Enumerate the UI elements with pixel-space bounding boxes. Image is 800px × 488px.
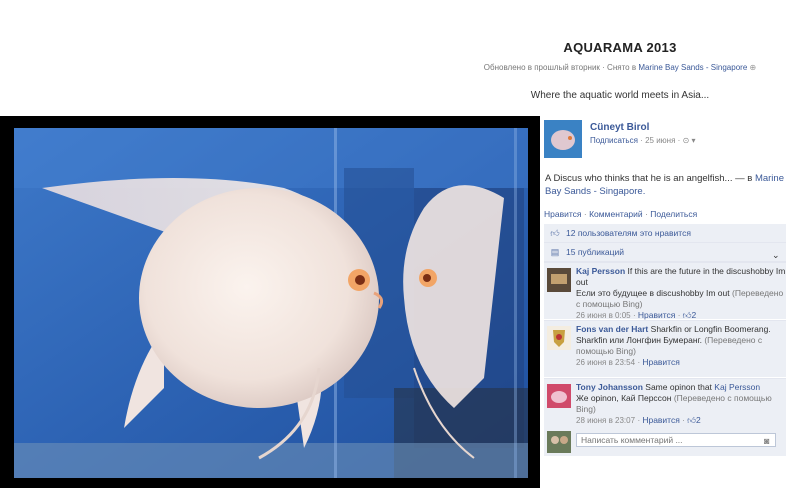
post-date[interactable]: 25 июня <box>645 136 675 145</box>
likes-count-text[interactable]: 12 пользователям это нравится <box>566 228 691 238</box>
photo[interactable] <box>14 128 528 478</box>
owner-avatar[interactable] <box>544 120 582 158</box>
share-icon: ▤ <box>550 246 560 257</box>
album-title: AQUARAMA 2013 <box>563 40 677 55</box>
comment-avatar[interactable] <box>547 268 571 292</box>
likes-row[interactable]: 👍︎ 12 пользователям это нравится <box>544 224 786 243</box>
comment-avatar[interactable] <box>547 326 571 350</box>
comment-translation: Sharkfin или Лонгфин Бумеранг. <box>576 335 702 345</box>
camera-icon[interactable]: ◙ <box>764 436 769 446</box>
comment-link[interactable]: Комментарий <box>589 209 643 219</box>
clock-icon: ⊙ <box>682 136 690 145</box>
comment-composer: ◙ <box>544 428 786 456</box>
comment-mention[interactable]: Kaj Persson <box>714 382 760 392</box>
comment-avatar[interactable] <box>547 384 571 408</box>
photo-image <box>14 128 528 478</box>
album-updated: Обновлено в прошлый вторник <box>483 63 600 72</box>
photo-sidebar: Cüneyt Birol Подписаться · 25 июня · ⊙ ▾… <box>540 116 800 488</box>
comment-item: Fons van der Hart Sharkfin or Longfin Bo… <box>544 320 786 377</box>
comment-like-count[interactable]: 2 <box>692 310 697 320</box>
comment-input[interactable] <box>576 433 776 447</box>
subscribe-link[interactable]: Подписаться <box>590 136 638 145</box>
share-link[interactable]: Поделиться <box>650 209 697 219</box>
album-taken-prefix: Снято в <box>607 63 637 72</box>
comment-author[interactable]: Fons van der Hart <box>576 324 648 334</box>
comment-author[interactable]: Tony Johansson <box>576 382 643 392</box>
comment-item: Kaj Persson If this are the future in th… <box>544 262 786 320</box>
caption-text: A Discus who thinks that he is an angelf… <box>545 173 753 184</box>
comment-text: Sharkfin or Longfin Boomerang. <box>650 324 771 334</box>
comment-translation: Же opinon, Кай Перссон <box>576 393 672 403</box>
comment-like-link[interactable]: Нравится <box>638 310 676 320</box>
album-location-link[interactable]: Marine Bay Sands - Singapore <box>638 63 747 72</box>
comment-date[interactable]: 26 июня в 23:54 <box>576 358 635 367</box>
action-bar: Нравится · Комментарий · Поделиться <box>544 209 698 219</box>
thumbs-up-icon: 👍︎ <box>550 227 560 238</box>
viewer-avatar <box>547 431 571 453</box>
album-meta: Обновлено в прошлый вторник · Снято в Ma… <box>483 63 757 72</box>
thumbs-up-icon: 👍︎ <box>682 310 692 320</box>
comment-like-link[interactable]: Нравится <box>642 415 680 425</box>
comment-date[interactable]: 28 июня в 23:07 <box>576 416 635 425</box>
comment-translation: Если это будущее в discushobby Im out <box>576 288 730 298</box>
photo-viewer <box>0 116 540 488</box>
chevron-down-icon[interactable]: ⌄ <box>772 250 780 261</box>
globe-icon[interactable]: ⊕ <box>750 63 757 72</box>
comment-item: Tony Johansson Same opinon that Kaj Pers… <box>544 378 786 429</box>
photo-caption: A Discus who thinks that he is an angelf… <box>545 172 785 198</box>
shares-row[interactable]: ▤ 15 публикаций <box>544 243 786 262</box>
comment-like-count[interactable]: 2 <box>696 415 701 425</box>
shares-count-text[interactable]: 15 публикаций <box>566 247 624 257</box>
thumbs-up-icon: 👍︎ <box>687 415 696 425</box>
comment-like-link[interactable]: Нравится <box>642 357 680 367</box>
chevron-down-icon[interactable]: ▾ <box>692 136 696 145</box>
comment-date[interactable]: 26 июня в 0:05 <box>576 311 631 320</box>
album-description: Where the aquatic world meets in Asia... <box>530 90 710 101</box>
owner-name[interactable]: Cüneyt Birol <box>590 122 649 133</box>
owner-meta: Подписаться · 25 июня · ⊙ ▾ <box>590 136 696 145</box>
like-link[interactable]: Нравится <box>544 209 582 219</box>
comment-text: Same opinon that <box>645 382 712 392</box>
comment-author[interactable]: Kaj Persson <box>576 266 625 276</box>
